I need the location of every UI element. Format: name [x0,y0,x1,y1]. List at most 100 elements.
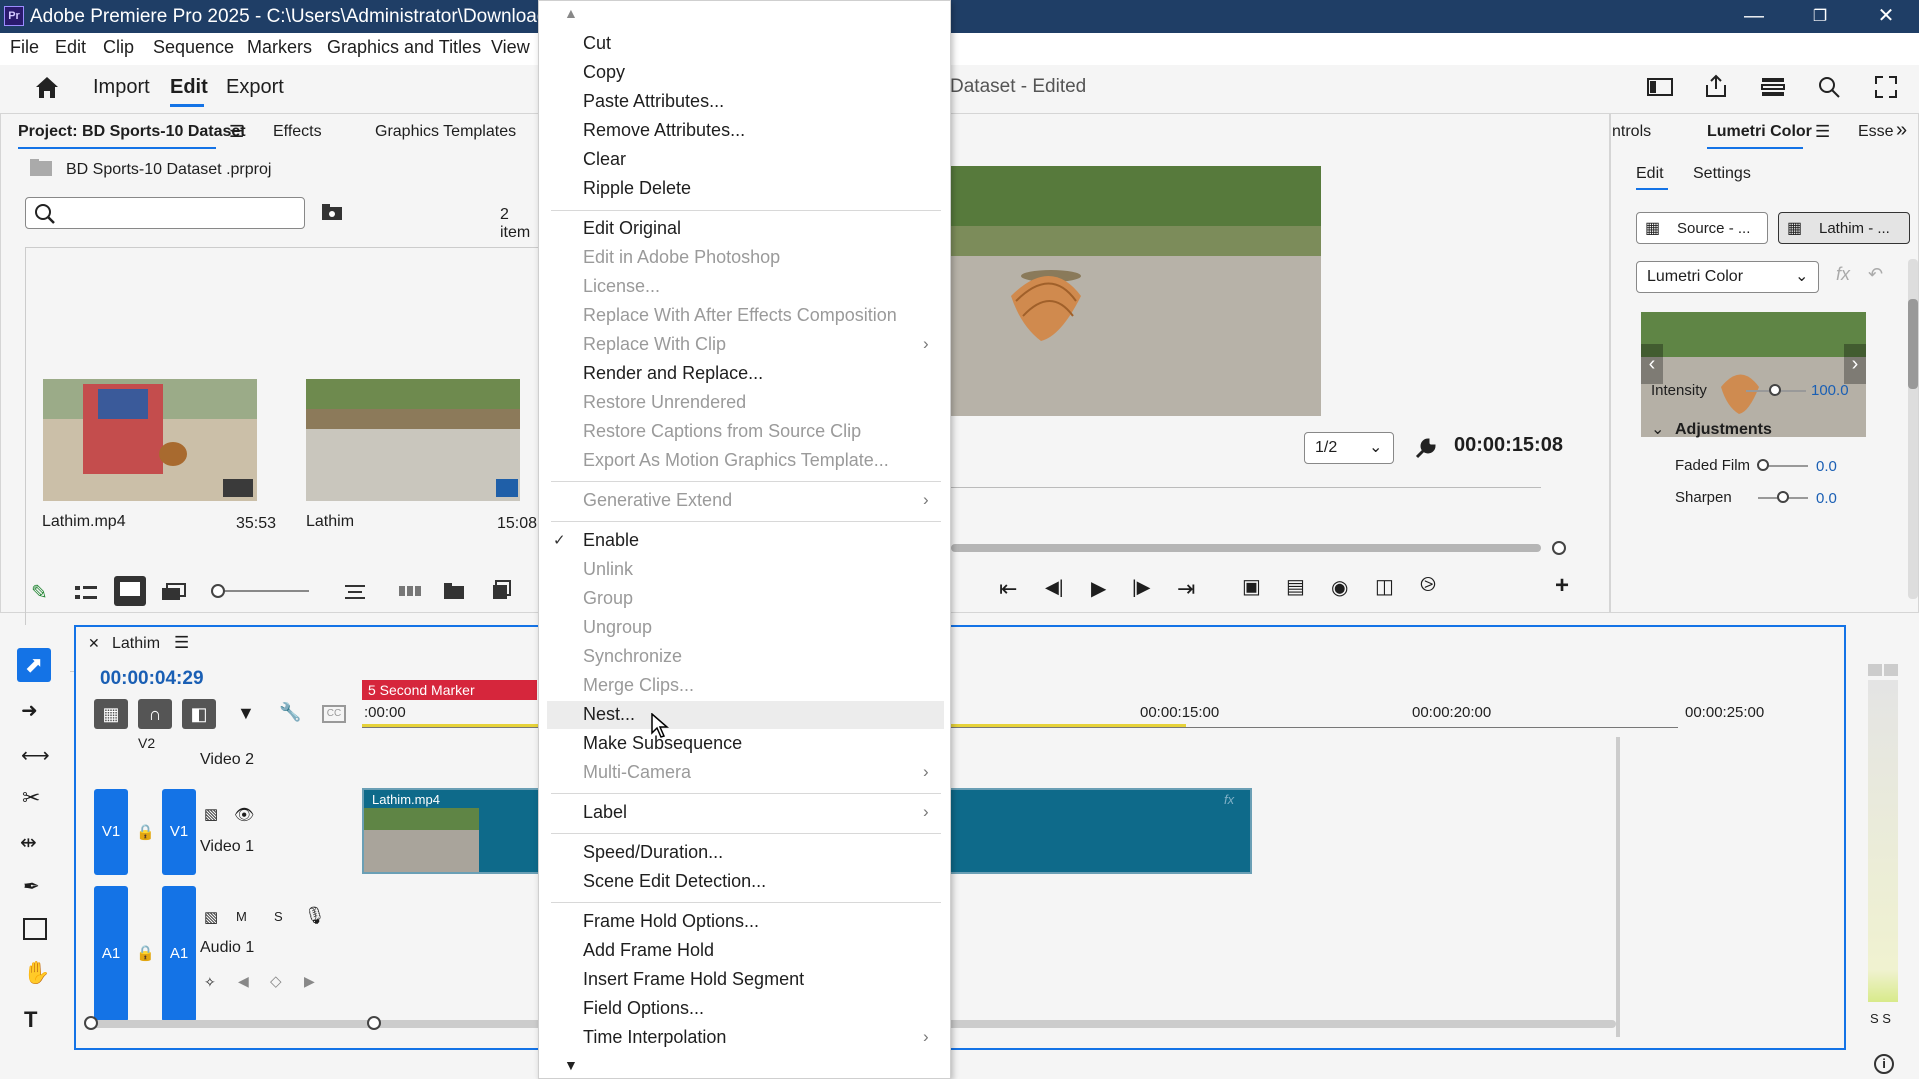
lock-icon[interactable]: 🔒 [136,823,155,841]
menu-item-synchronize[interactable]: Synchronize [583,646,682,667]
tab-essential-graphics[interactable]: Esse [1858,123,1894,141]
lumetri-scrollbar-thumb[interactable] [1908,299,1918,389]
effect-select[interactable]: Lumetri Color ⌄ [1636,261,1819,293]
step-forward-icon[interactable]: |▶ [1132,577,1151,598]
go-to-in-icon[interactable]: ⇤ [999,576,1017,602]
menu-item-restore-unrendered[interactable]: Restore Unrendered [583,392,746,413]
more-panels-icon[interactable]: » [1896,119,1907,142]
wrench-icon[interactable] [1414,436,1438,460]
rectangle-tool-icon[interactable] [23,918,47,940]
ripple-edit-tool-icon[interactable]: ⟷ [21,743,50,768]
menu-item-frame-hold-options[interactable]: Frame Hold Options... [583,911,759,932]
menu-clip[interactable]: Clip [103,37,134,58]
resolution-select[interactable]: 1/2 ⌄ [1304,432,1394,464]
menu-item-add-frame-hold[interactable]: Add Frame Hold [583,940,714,961]
track-a1-source[interactable]: A1 [94,886,128,1022]
intensity-slider-knob[interactable] [1769,384,1781,396]
volume-keyframe-icon[interactable]: ✧ [204,974,216,991]
sort-icon[interactable] [344,582,366,602]
share-icon[interactable] [1703,73,1729,99]
mute-button[interactable]: M [236,909,247,924]
monitor-zoom-bar[interactable] [951,544,1541,552]
menu-item-edit-in-photoshop[interactable]: Edit in Adobe Photoshop [583,247,780,268]
reset-icon[interactable]: ↶ [1868,264,1883,285]
faded-film-value[interactable]: 0.0 [1816,458,1837,475]
menu-item-enable[interactable]: Enable [583,530,639,551]
automate-to-sequence-icon[interactable] [398,582,422,600]
close-icon[interactable]: ✕ [88,635,100,652]
sequence-tab[interactable]: Lathim [112,635,160,653]
track-a1-target[interactable]: A1 [162,886,196,1022]
menu-item-render-and-replace[interactable]: Render and Replace... [583,363,763,384]
insert-nest-icon[interactable]: ▦ [94,699,128,729]
solo-button[interactable]: S [274,909,283,924]
next-keyframe-icon[interactable]: ▶ [304,973,315,990]
menu-graphics-and-titles[interactable]: Graphics and Titles [327,37,481,58]
adjustments-heading[interactable]: Adjustments [1675,421,1772,439]
home-icon[interactable] [33,73,61,101]
menu-item-unlink[interactable]: Unlink [583,559,633,580]
minimize-icon[interactable]: — [1723,0,1785,33]
search-input[interactable] [25,197,305,229]
tab-graphics-templates[interactable]: Graphics Templates [375,123,516,141]
slip-tool-icon[interactable]: ⇹ [20,830,37,855]
clip-thumbnail[interactable] [43,379,257,501]
menu-markers[interactable]: Markers [247,37,312,58]
monitor-zoom-knob[interactable] [1552,541,1566,555]
menu-item-clear[interactable]: Clear [583,149,626,170]
previous-keyframe-icon[interactable]: ◀ [238,973,249,990]
microphone-icon[interactable]: 🎙 [304,906,326,926]
menu-item-cut[interactable]: Cut [583,33,611,54]
track-v1-source[interactable]: V1 [94,789,128,875]
sharpen-value[interactable]: 0.0 [1816,490,1837,507]
razor-tool-icon[interactable]: ✂ [22,785,40,811]
menu-item-generative-extend[interactable]: Generative Extend [583,490,732,511]
menu-item-copy[interactable]: Copy [583,62,625,83]
tab-effect-controls[interactable]: ntrols [1612,123,1651,141]
play-icon[interactable]: ▶ [1091,576,1106,601]
menu-item-group[interactable]: Group [583,588,633,609]
pen-tool-icon[interactable]: ✒ [23,874,40,899]
add-keyframe-icon[interactable]: ◇ [270,972,282,990]
previous-look-icon[interactable]: ‹ [1641,344,1663,384]
info-icon[interactable]: i [1874,1054,1894,1074]
scroll-handle-left[interactable] [84,1016,98,1030]
tab-import[interactable]: Import [93,76,150,99]
fullscreen-icon[interactable] [1873,74,1899,100]
scroll-up-icon[interactable]: ▲ [564,5,578,21]
zoom-slider-knob[interactable] [211,584,225,598]
fx-icon[interactable]: fx [1836,264,1850,285]
timeline-vertical-scrollbar[interactable] [1616,737,1620,1037]
eye-icon[interactable]: 👁 [234,805,254,825]
chevron-down-icon[interactable]: ⌄ [1651,419,1664,439]
target-button[interactable]: ▦ Lathim - ... [1778,212,1910,244]
sync-lock-icon[interactable]: ▧ [204,908,218,926]
icon-view-icon[interactable] [114,576,146,606]
intensity-value[interactable]: 100.0 [1811,382,1849,399]
panel-menu-icon[interactable]: ☰ [229,122,244,142]
menu-item-replace-with-ae-comp[interactable]: Replace With After Effects Composition [583,305,897,326]
step-back-icon[interactable]: ◀| [1045,577,1064,598]
zoom-slider[interactable] [213,590,309,592]
menu-item-remove-attributes[interactable]: Remove Attributes... [583,120,745,141]
menu-item-paste-attributes[interactable]: Paste Attributes... [583,91,724,112]
lift-icon[interactable]: ▣ [1242,574,1261,599]
proxy-toggle-icon[interactable]: ⧁ [1420,574,1436,597]
list-view-icon[interactable] [74,584,98,602]
linked-selection-icon[interactable]: ◧ [182,699,216,729]
menu-item-ripple-delete[interactable]: Ripple Delete [583,178,691,199]
selection-tool-icon[interactable]: ⬈ [17,648,51,682]
go-to-out-icon[interactable]: ⇥ [1177,576,1195,602]
menu-item-field-options[interactable]: Field Options... [583,998,704,1019]
menu-item-restore-captions[interactable]: Restore Captions from Source Clip [583,421,861,442]
new-item-icon[interactable] [491,580,511,600]
tab-export[interactable]: Export [226,76,284,99]
progress-search-icon[interactable] [1816,74,1842,100]
menu-sequence[interactable]: Sequence [153,37,234,58]
freeform-view-icon[interactable] [161,582,187,602]
quick-actions-icon[interactable] [1760,75,1786,99]
menu-item-multi-camera[interactable]: Multi-Camera [583,762,691,783]
menu-item-label[interactable]: Label [583,802,627,823]
next-look-icon[interactable]: › [1844,344,1866,384]
subtab-settings[interactable]: Settings [1693,165,1751,183]
